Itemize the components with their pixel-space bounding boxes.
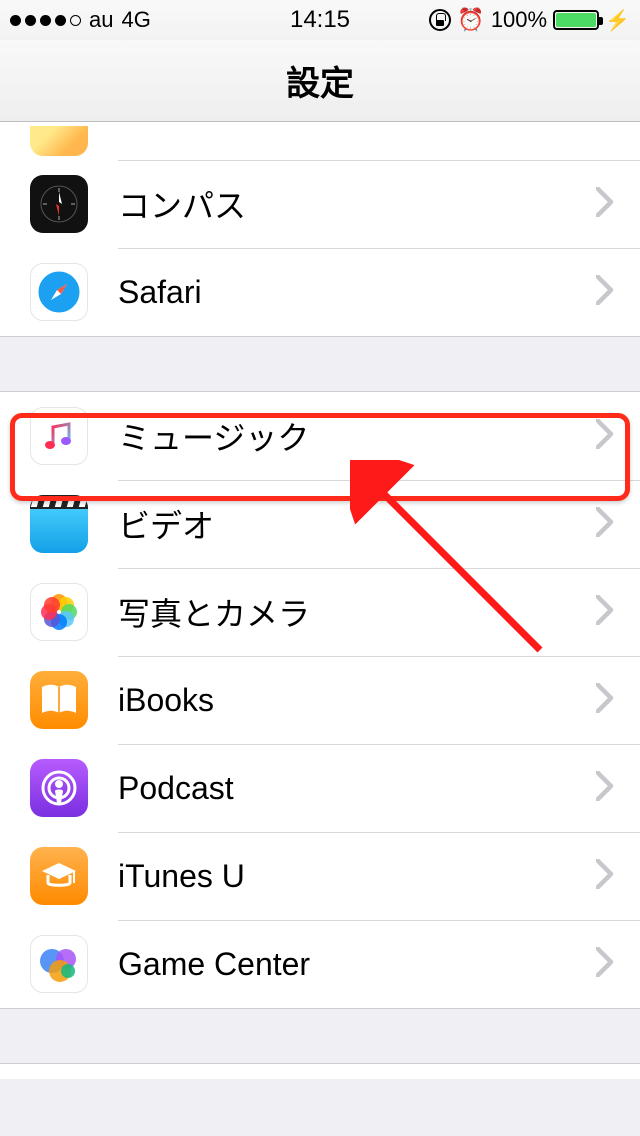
photos-icon: [30, 583, 88, 641]
settings-row-podcast[interactable]: Podcast: [0, 744, 640, 832]
status-right: ⏰ 100% ⚡: [429, 7, 630, 33]
chevron-right-icon: [596, 859, 614, 894]
settings-row-label: Game Center: [118, 946, 596, 983]
battery-percent: 100%: [491, 7, 547, 33]
music-icon: [30, 407, 88, 465]
settings-row-music[interactable]: ミュージック: [0, 392, 640, 480]
settings-row-label: コンパス: [118, 181, 596, 227]
chevron-right-icon: [596, 419, 614, 454]
settings-row-label: iTunes U: [118, 858, 596, 895]
chevron-right-icon: [596, 771, 614, 806]
settings-row-label: iBooks: [118, 682, 596, 719]
signal-strength-icon: [10, 15, 81, 26]
battery-icon: [553, 10, 599, 30]
chevron-right-icon: [596, 947, 614, 982]
group-spacer: [0, 1009, 640, 1063]
gamecenter-icon: [30, 935, 88, 993]
settings-row-label: Podcast: [118, 770, 596, 807]
settings-row-safari[interactable]: Safari: [0, 248, 640, 336]
chevron-right-icon: [596, 683, 614, 718]
settings-group-2: ミュージック ビデオ 写真とカメラ: [0, 391, 640, 1009]
carrier-label: au: [89, 7, 113, 33]
settings-group-1: マップ コンパス Safari: [0, 122, 640, 337]
group-spacer: [0, 337, 640, 391]
alarm-icon: ⏰: [457, 7, 484, 33]
settings-row-label: ミュージック: [118, 413, 596, 459]
podcast-icon: [30, 759, 88, 817]
settings-row-gamecenter[interactable]: Game Center: [0, 920, 640, 1008]
rotation-lock-icon: [429, 9, 451, 31]
compass-icon: [30, 175, 88, 233]
next-group-peek: [0, 1063, 640, 1079]
settings-row-videos[interactable]: ビデオ: [0, 480, 640, 568]
nav-bar: 設定: [0, 40, 640, 122]
chevron-right-icon: [596, 275, 614, 310]
clock: 14:15: [290, 6, 350, 34]
chevron-right-icon: [596, 187, 614, 222]
settings-row-ibooks[interactable]: iBooks: [0, 656, 640, 744]
charging-icon: ⚡: [605, 8, 630, 33]
chevron-right-icon: [596, 507, 614, 542]
settings-row-label: ビデオ: [118, 501, 596, 547]
settings-row-photos[interactable]: 写真とカメラ: [0, 568, 640, 656]
settings-row-maps[interactable]: マップ: [0, 122, 640, 160]
settings-row-label: Safari: [118, 274, 596, 311]
settings-row-itunesu[interactable]: iTunes U: [0, 832, 640, 920]
chevron-right-icon: [596, 595, 614, 630]
status-bar: au 4G 14:15 ⏰ 100% ⚡: [0, 0, 640, 40]
maps-icon: [30, 126, 88, 156]
network-label: 4G: [121, 7, 150, 33]
settings-row-label: 写真とカメラ: [118, 589, 596, 635]
itunesu-icon: [30, 847, 88, 905]
safari-icon: [30, 263, 88, 321]
videos-icon: [30, 495, 88, 553]
status-left: au 4G: [10, 7, 151, 33]
settings-row-compass[interactable]: コンパス: [0, 160, 640, 248]
ibooks-icon: [30, 671, 88, 729]
page-title: 設定: [286, 56, 354, 105]
